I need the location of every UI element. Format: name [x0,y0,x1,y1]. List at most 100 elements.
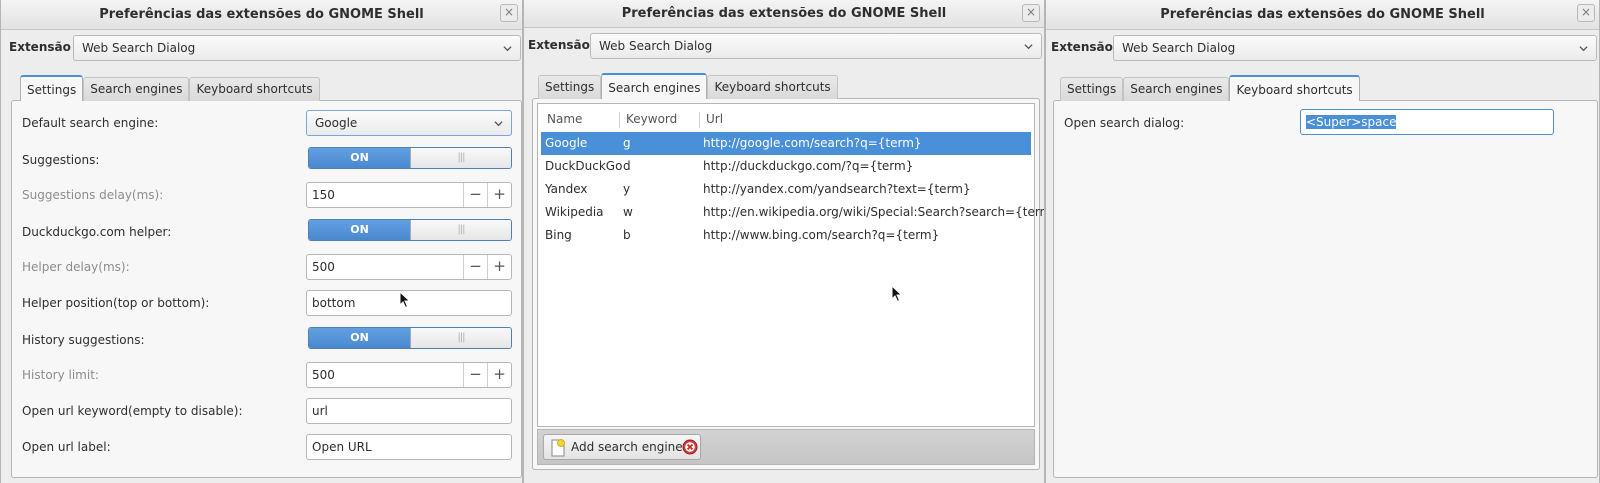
default-engine-label: Default search engine: [22,116,159,130]
tab-settings[interactable]: Settings [1060,77,1124,101]
extension-combo[interactable]: Web Search Dialog [73,35,521,61]
prefs-window-settings: Preferências das extensões do GNOME Shel… [0,0,523,483]
suggestions-label: Suggestions: [22,153,100,167]
tab-bar: Settings Search engines Keyboard shortcu… [1060,75,1360,101]
tab-settings[interactable]: Settings [20,75,84,101]
table-row[interactable]: Wikipedia w http://en.wikipedia.org/wiki… [541,201,1044,224]
tab-search-engines[interactable]: Search engines [601,73,708,99]
history-suggestions-switch[interactable]: ON ||| [308,327,512,349]
close-icon[interactable]: × [500,4,518,22]
minus-icon[interactable]: − [463,183,487,207]
suggestions-delay-spin[interactable]: 150 − + [306,182,512,208]
column-header-keyword[interactable]: Keyword [626,112,677,126]
switch-on-label: ON [309,148,410,168]
cell-url: http://google.com/search?q={term} [703,136,922,150]
window-titlebar[interactable]: Preferências das extensões do GNOME Shel… [1,0,522,30]
cell-keyword: b [623,228,631,242]
table-row[interactable]: Google g http://google.com/search?q={ter… [541,132,1031,155]
open-url-keyword-label: Open url keyword(empty to disable): [22,404,243,418]
switch-on-label: ON [309,328,410,348]
switch-knob[interactable]: ||| [410,220,511,240]
tab-search-engines[interactable]: Search engines [1123,77,1230,101]
cell-keyword: g [623,136,631,150]
cell-keyword: d [623,159,631,173]
engines-table[interactable]: Name Keyword Url Google g http://google.… [537,103,1044,427]
tab-settings[interactable]: Settings [538,75,602,99]
tab-bar: Settings Search engines Keyboard shortcu… [20,75,320,101]
tab-keyboard-shortcuts[interactable]: Keyboard shortcuts [707,75,838,99]
tab-keyboard-shortcuts[interactable]: Keyboard shortcuts [1229,75,1360,101]
tab-keyboard-shortcuts[interactable]: Keyboard shortcuts [189,77,320,101]
helper-delay-label: Helper delay(ms): [22,260,130,274]
chevron-down-icon [1579,46,1588,52]
table-row[interactable]: Bing b http://www.bing.com/search?q={ter… [541,224,1031,247]
window-title: Preferências das extensões do GNOME Shel… [99,7,424,22]
column-header-name[interactable]: Name [547,112,582,126]
engines-toolbar: Add search engine [537,429,1035,465]
open-search-dialog-label: Open search dialog: [1064,116,1185,130]
prefs-window-keyboard-shortcuts: Preferências das extensões do GNOME Shel… [1045,0,1600,483]
remove-icon[interactable] [682,439,698,455]
open-url-keyword-input[interactable]: url [306,398,512,424]
extension-combo[interactable]: Web Search Dialog [1113,35,1597,61]
extension-label: Extensão [1051,40,1113,54]
switch-knob[interactable]: ||| [410,148,511,168]
suggestions-switch[interactable]: ON ||| [308,147,512,169]
add-document-icon [551,439,565,457]
spin-value: 500 [312,368,335,382]
settings-panel: Default search engine: Google Suggestion… [11,100,522,478]
helper-delay-spin[interactable]: 500 − + [306,254,512,280]
add-search-engine-label: Add search engine [571,440,683,454]
ddg-helper-switch[interactable]: ON ||| [308,219,512,241]
spin-value: 150 [312,188,335,202]
add-search-engine-button[interactable]: Add search engine [543,434,701,460]
extension-combo[interactable]: Web Search Dialog [590,33,1042,59]
default-engine-combo[interactable]: Google [306,110,512,136]
cell-url: http://en.wikipedia.org/wiki/Special:Sea… [703,205,1045,219]
cell-name: DuckDuckGo [545,159,623,173]
open-search-dialog-shortcut-input[interactable]: <Super>space [1300,109,1554,135]
table-row[interactable]: DuckDuckGo d http://duckduckgo.com/?q={t… [541,155,1031,178]
history-suggestions-label: History suggestions: [22,333,145,347]
column-header-url[interactable]: Url [706,112,723,126]
spin-value: 500 [312,260,335,274]
chevron-down-icon [503,46,512,52]
minus-icon[interactable]: − [463,363,487,387]
history-limit-spin[interactable]: 500 − + [306,362,512,388]
close-icon[interactable]: × [1022,4,1040,22]
suggestions-delay-label: Suggestions delay(ms): [22,188,164,202]
plus-icon[interactable]: + [487,255,511,279]
column-separator [699,112,700,128]
switch-knob[interactable]: ||| [410,328,511,348]
switch-on-label: ON [309,220,410,240]
extension-row: Extensão Web Search Dialog [1,30,522,66]
mouse-pointer-icon [891,285,903,303]
open-url-label-input[interactable]: Open URL [306,434,512,460]
extension-row: Extensão Web Search Dialog [524,28,1044,64]
cell-url: http://www.bing.com/search?q={term} [703,228,940,242]
cell-keyword: y [623,182,631,196]
extension-label: Extensão [528,38,590,52]
tab-search-engines[interactable]: Search engines [83,77,190,101]
window-titlebar[interactable]: Preferências das extensões do GNOME Shel… [1046,0,1599,30]
extension-combo-value: Web Search Dialog [599,39,713,53]
window-titlebar[interactable]: Preferências das extensões do GNOME Shel… [524,0,1044,28]
cell-keyword: w [623,205,633,219]
helper-position-label: Helper position(top or bottom): [22,296,210,310]
table-row[interactable]: Yandex y http://yandex.com/yandsearch?te… [541,178,1031,201]
plus-icon[interactable]: + [487,363,511,387]
cell-name: Bing [545,228,572,242]
window-title: Preferências das extensões do GNOME Shel… [621,6,947,21]
keyboard-shortcuts-panel: Open search dialog: <Super>space [1053,100,1598,478]
plus-icon[interactable]: + [487,183,511,207]
tab-bar: Settings Search engines Keyboard shortcu… [538,73,838,99]
minus-icon[interactable]: − [463,255,487,279]
cell-url: http://duckduckgo.com/?q={term} [703,159,914,173]
chevron-down-icon [1024,44,1033,50]
mouse-pointer-icon [399,291,411,309]
extension-combo-value: Web Search Dialog [1122,41,1236,55]
window-title: Preferências das extensões do GNOME Shel… [1160,7,1485,22]
extension-combo-value: Web Search Dialog [82,41,196,55]
history-limit-label: History limit: [22,368,99,382]
close-icon[interactable]: × [1577,4,1595,22]
